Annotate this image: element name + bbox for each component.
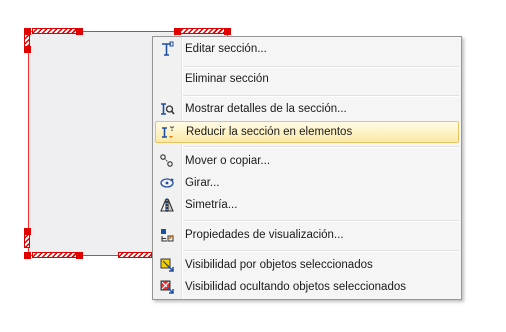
menu-item-reduce-section[interactable]: Reducir la sección en elementos: [155, 121, 459, 143]
grip-handle[interactable]: [24, 28, 31, 35]
menu-item-rotate[interactable]: Girar...: [155, 172, 459, 194]
menu-item-label: Reducir la sección en elementos: [186, 126, 353, 138]
menu-item-label: Propiedades de visualización...: [185, 229, 344, 241]
menu-item-label: Mover o copiar...: [185, 155, 271, 167]
edit-section-icon: [158, 40, 176, 58]
menu-item-label: Visibilidad por objetos seleccionados: [185, 259, 373, 271]
menu-item-move-copy[interactable]: Mover o copiar...: [155, 150, 459, 172]
rotate-icon: [158, 174, 176, 192]
mirror-icon: [158, 196, 176, 214]
move-copy-icon: [158, 152, 176, 170]
support-hatch-top-left: [32, 28, 78, 34]
menu-separator: [183, 146, 459, 148]
visibility-selected-icon: [158, 256, 176, 274]
grip-handle[interactable]: [174, 28, 181, 35]
menu-item-label: Girar...: [185, 177, 220, 189]
menu-item-visibility-hide-selected[interactable]: Visibilidad ocultando objetos selecciona…: [155, 276, 459, 298]
grip-handle[interactable]: [76, 28, 83, 35]
menu-separator: [183, 220, 459, 222]
context-menu: Editar sección... Eliminar sección Mostr…: [152, 36, 462, 300]
menu-item-edit-section[interactable]: Editar sección...: [155, 38, 459, 60]
display-properties-icon: [158, 226, 176, 244]
menu-item-label: Editar sección...: [185, 43, 267, 55]
menu-item-visibility-selected[interactable]: Visibilidad por objetos seleccionados: [155, 254, 459, 276]
menu-separator: [183, 95, 459, 97]
menu-item-label: Eliminar sección: [185, 73, 269, 85]
support-hatch-bottom-right: [118, 252, 152, 258]
visibility-hide-selected-icon: [158, 278, 176, 296]
grip-handle[interactable]: [24, 228, 31, 235]
menu-item-mirror[interactable]: Simetría...: [155, 194, 459, 216]
menu-item-display-properties[interactable]: Propiedades de visualización...: [155, 224, 459, 246]
menu-item-show-section-details[interactable]: Mostrar detalles de la sección...: [155, 98, 459, 120]
menu-item-label: Visibilidad ocultando objetos selecciona…: [185, 281, 406, 293]
support-hatch-top-right: [178, 28, 226, 34]
menu-item-label: Mostrar detalles de la sección...: [185, 103, 347, 115]
grip-handle[interactable]: [24, 46, 31, 53]
grip-handle[interactable]: [76, 252, 83, 259]
grip-handle[interactable]: [24, 252, 31, 259]
grip-handle[interactable]: [224, 28, 231, 35]
support-hatch-bottom-left: [32, 252, 78, 258]
section-details-icon: [158, 100, 176, 118]
menu-item-delete-section[interactable]: Eliminar sección: [155, 68, 459, 90]
menu-separator: [183, 250, 459, 252]
reduce-section-icon: [159, 123, 177, 141]
menu-item-label: Simetría...: [185, 199, 238, 211]
